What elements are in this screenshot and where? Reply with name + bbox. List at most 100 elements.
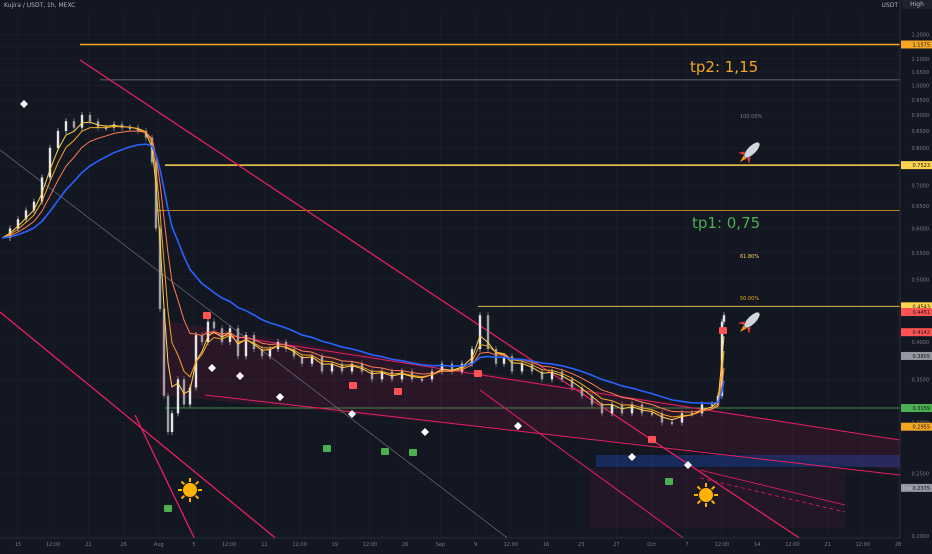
x-tick-label: 12:00 [785, 542, 799, 548]
x-tick-label: 15 [15, 542, 21, 548]
sell-signal-marker [349, 382, 357, 389]
trend-line [134, 414, 201, 551]
y-tick-label: 0.7000 [912, 183, 930, 189]
y-tick-label: 0.8500 [912, 129, 930, 135]
price-tag-label: 0.3159 [913, 406, 931, 412]
candle-body [170, 413, 174, 432]
price-chart[interactable]: tp2: 1,15 tp1: 0,75 100.00% 61.80% 50.00% 1.2… [0, 0, 932, 551]
y-tick-label: 1.1000 [912, 57, 930, 63]
x-tick-label: 23 [578, 542, 584, 548]
diamond-marker [421, 428, 429, 436]
x-tick-label: 26 [120, 542, 126, 548]
candle-body [64, 121, 68, 131]
price-tag-label: 0.3805 [913, 354, 931, 360]
sell-signal-marker [203, 312, 211, 319]
trend-line [79, 59, 811, 546]
x-tick-label: Aug [154, 542, 164, 548]
x-tick-label: 12:00 [46, 542, 60, 548]
x-tick-label: 19 [332, 542, 338, 548]
price-tag-label: 0.2955 [913, 425, 931, 431]
diamond-marker [20, 100, 28, 108]
x-tick-label: 12:00 [504, 542, 518, 548]
x-tick-label: 14 [754, 542, 760, 548]
x-tick-label: 16 [543, 542, 549, 548]
x-tick-label: 12:00 [222, 542, 236, 548]
buy-signal-marker [323, 445, 331, 452]
y-tick-label: 0.8000 [912, 146, 930, 152]
buy-signal-marker [665, 478, 673, 485]
x-tick-label: 12:00 [856, 542, 870, 548]
high-flag: High [902, 0, 932, 9]
candle-body [56, 130, 60, 148]
sell-signal-marker [719, 327, 727, 334]
candle-body [212, 321, 216, 329]
chart-header: Kujira / USDT, 1h, MEXC [4, 2, 76, 9]
candle-body [420, 379, 424, 381]
price-tag-label: 0.4142 [913, 330, 931, 336]
tp2-label: tp2: 1,15 [690, 58, 758, 76]
x-tick-label: 26 [402, 542, 408, 548]
buy-signal-marker [409, 449, 417, 456]
support-zone [596, 455, 900, 467]
x-tick-label: 12:00 [292, 542, 306, 548]
candle-body [220, 328, 224, 342]
fib-50-label: 50.00% [740, 296, 759, 302]
y-tick-label: 0.6000 [912, 226, 930, 232]
y-tick-label: 1.0000 [912, 83, 930, 89]
sell-signal-marker [474, 370, 482, 377]
y-tick-label: 1.2000 [912, 32, 930, 38]
x-tick-label: 21 [824, 542, 830, 548]
price-tag-label: 0.2375 [913, 486, 931, 492]
candle-body [520, 363, 524, 372]
x-tick-label: 7 [685, 542, 688, 548]
low-label: Low [903, 486, 913, 492]
candle-body [370, 371, 374, 380]
candle-body [710, 404, 714, 406]
sun-icon [694, 483, 718, 507]
candle-body [80, 114, 84, 128]
candle-body [400, 371, 404, 380]
sun-icon [178, 478, 202, 502]
buy-signal-marker [381, 448, 389, 455]
x-tick-label: Sep [436, 542, 445, 548]
x-tick-label: Oct [647, 542, 656, 548]
x-tick-label: 5 [192, 542, 195, 548]
sell-signal-marker [394, 388, 402, 395]
currency-label: USDT [881, 2, 899, 9]
chart-window: tp2: 1,15 tp1: 0,75 100.00% 61.80% 50.00% 1.2… [0, 0, 932, 551]
candle-body [640, 404, 644, 414]
candle-body [650, 413, 654, 415]
x-tick-label: 27 [613, 542, 619, 548]
x-tick-label: 12:00 [715, 542, 729, 548]
candle-body [244, 335, 248, 357]
fib-100-label: 100.00% [740, 114, 762, 120]
price-tag-label: 0.4451 [913, 310, 931, 316]
x-tick-label: 28 [895, 542, 901, 548]
candle-body [722, 315, 726, 322]
x-tick-label: 22 [85, 542, 91, 548]
y-tick-label: 0.9000 [912, 113, 930, 119]
candle-body [670, 422, 674, 424]
sell-signal-marker [648, 436, 656, 443]
rocket-icon [737, 142, 760, 165]
y-tick-label: 0.2500 [912, 472, 930, 478]
y-tick-label: 0.5500 [912, 251, 930, 257]
fib-618-label: 61.80% [740, 254, 759, 260]
candle-body [252, 335, 256, 350]
candle-body [330, 363, 334, 372]
y-tick-label: 0.6500 [912, 204, 930, 210]
candle-body [610, 404, 614, 414]
price-tag-label: 1.1575 [913, 43, 931, 49]
buy-signal-marker [164, 505, 172, 512]
y-tick-label: 0.3500 [912, 377, 930, 383]
y-tick-label: 0.9500 [912, 98, 930, 104]
y-tick-label: 1.0500 [912, 70, 930, 76]
price-tag-label: 0.7523 [913, 163, 931, 169]
candle-body [72, 121, 76, 128]
candle-body [600, 404, 604, 414]
candle-body [680, 413, 684, 423]
candle-body [166, 395, 170, 432]
y-tick-label: 0.5000 [912, 277, 930, 283]
x-tick-label: 12:00 [363, 542, 377, 548]
y-tick-label: 0.4000 [912, 340, 930, 346]
